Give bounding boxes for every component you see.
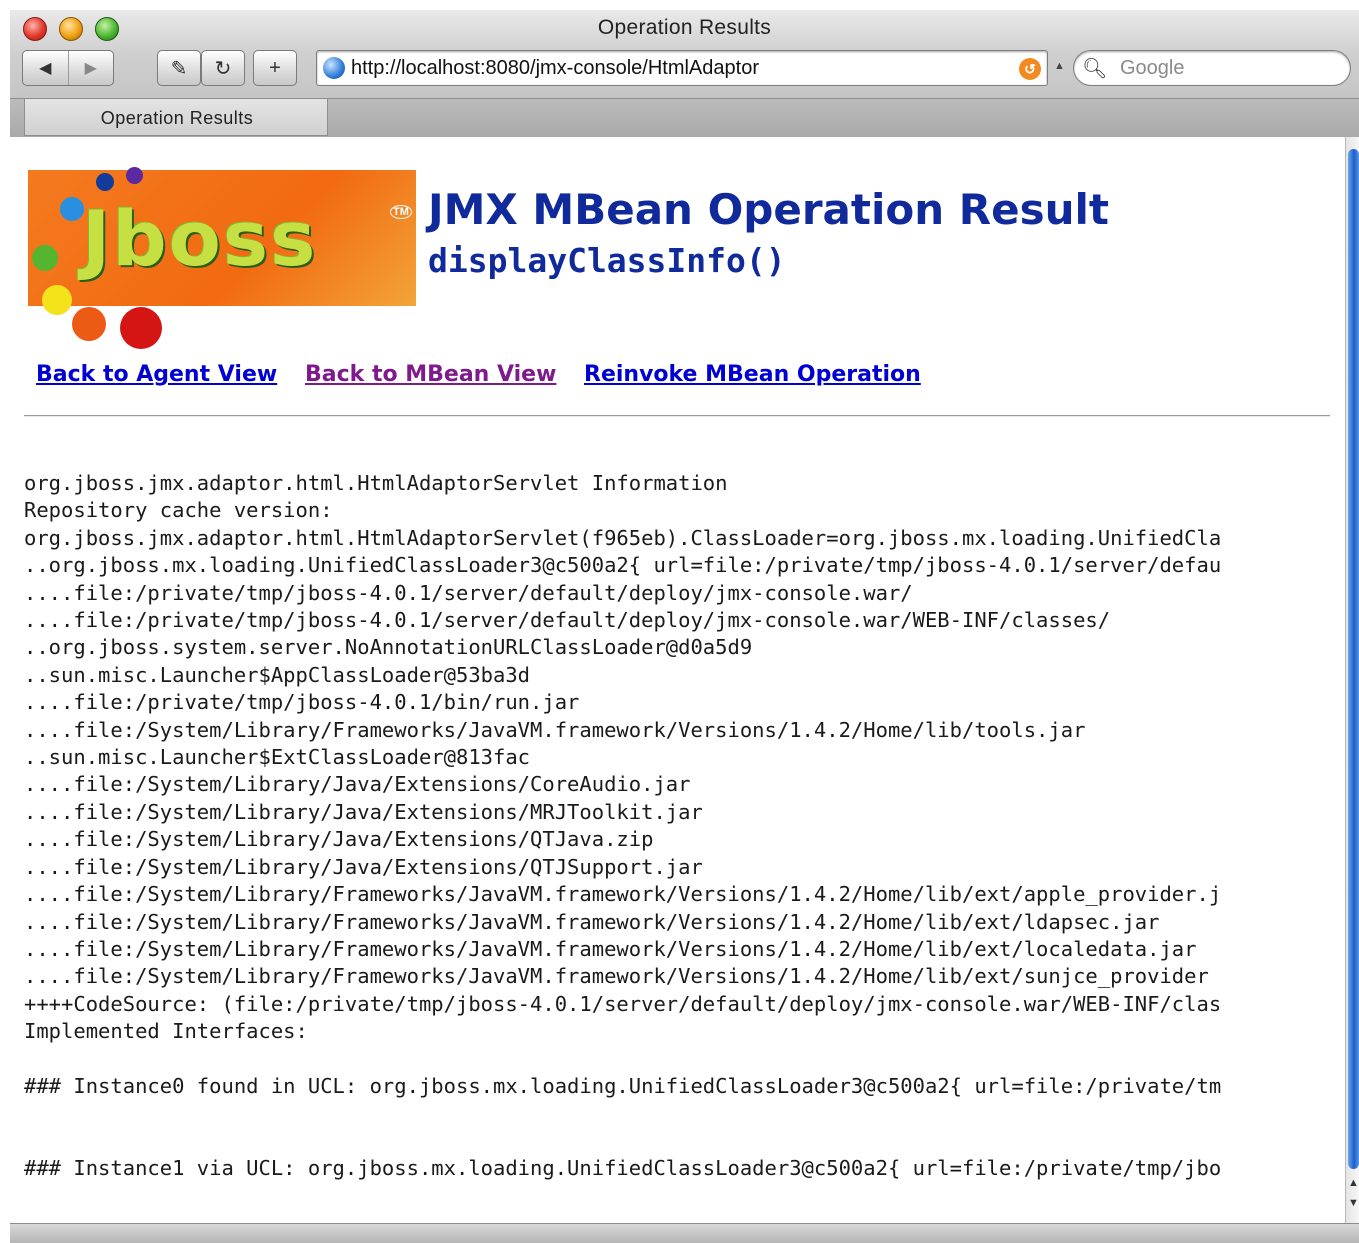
result-line: Implemented Interfaces: xyxy=(24,1019,308,1044)
result-line: ....file:/System/Library/Frameworks/Java… xyxy=(24,882,1222,907)
status-bar xyxy=(10,1223,1359,1243)
result-line: ....file:/System/Library/Frameworks/Java… xyxy=(24,936,1197,961)
back-to-agent-view-link[interactable]: Back to Agent View xyxy=(36,362,277,387)
result-line: ..sun.misc.Launcher$ExtClassLoader@813fa… xyxy=(24,745,531,770)
result-line: Repository cache version: xyxy=(24,498,333,523)
scroll-up-arrow-icon[interactable]: ▲ xyxy=(1348,1177,1359,1189)
operation-name: displayClassInfo() xyxy=(428,241,786,280)
search-icon: 🔍︎ xyxy=(1082,58,1108,80)
result-line: ....file:/System/Library/Frameworks/Java… xyxy=(24,717,1086,742)
reload-button[interactable]: ↻ xyxy=(201,50,245,86)
logo-trademark: TM xyxy=(390,205,412,219)
result-line: org.jboss.jmx.adaptor.html.HtmlAdaptorSe… xyxy=(24,525,1222,550)
forward-arrow-icon[interactable]: ▶ xyxy=(67,51,114,85)
tab-label: Operation Results xyxy=(100,108,254,128)
page-title: JMX MBean Operation Result xyxy=(428,185,1109,234)
back-to-mbean-view-link[interactable]: Back to MBean View xyxy=(305,362,556,387)
url-text: http://localhost:8080/jmx-console/HtmlAd… xyxy=(351,57,759,79)
pencil-icon: ✎ xyxy=(170,57,188,80)
tab-bar: Operation Results xyxy=(10,98,1359,137)
search-placeholder: Google xyxy=(1120,57,1185,79)
result-line: ....file:/System/Library/Java/Extensions… xyxy=(24,854,703,879)
back-forward-buttons: ◀ ▶ xyxy=(22,50,114,86)
result-line: org.jboss.jmx.adaptor.html.HtmlAdaptorSe… xyxy=(24,471,728,495)
logo-dot xyxy=(32,245,58,271)
result-line: ....file:/private/tmp/jboss-4.0.1/bin/ru… xyxy=(24,690,580,715)
logo-dot xyxy=(96,173,114,191)
logo-dot xyxy=(126,167,143,184)
page-content: Jboss TM JMX MBean Operation Result disp… xyxy=(10,137,1345,1223)
scrollbar-thumb[interactable] xyxy=(1348,149,1359,1169)
back-arrow-icon[interactable]: ◀ xyxy=(23,51,68,85)
title-bar: Operation Results ◀ ▶ ✎ ↻ + http://local… xyxy=(10,10,1359,137)
result-line: ....file:/System/Library/Frameworks/Java… xyxy=(24,964,1209,989)
globe-icon xyxy=(323,57,345,79)
result-line: ### Instance0 found in UCL: org.jboss.mx… xyxy=(24,1073,1222,1098)
logo-dot xyxy=(72,307,106,341)
reinvoke-operation-link[interactable]: Reinvoke MBean Operation xyxy=(584,362,921,387)
logo-dot xyxy=(60,197,84,221)
reload-icon: ↻ xyxy=(214,57,232,80)
result-line: ....file:/System/Library/Java/Extensions… xyxy=(24,827,654,852)
result-line: ....file:/System/Library/Java/Extensions… xyxy=(24,772,691,797)
operation-result-output: org.jboss.jmx.adaptor.html.HtmlAdaptorSe… xyxy=(24,470,1221,1183)
result-line: ..org.jboss.system.server.NoAnnotationUR… xyxy=(24,635,753,660)
plus-icon: + xyxy=(269,56,281,79)
result-line: ....file:/System/Library/Frameworks/Java… xyxy=(24,909,1160,934)
tab-operation-results[interactable]: Operation Results xyxy=(24,99,328,136)
logo-dot xyxy=(120,307,162,349)
result-line: ### Instance1 via UCL: org.jboss.mx.load… xyxy=(24,1156,1222,1181)
result-line: ..sun.misc.Launcher$AppClassLoader@53ba3… xyxy=(24,662,531,687)
scroll-down-arrow-icon[interactable]: ▼ xyxy=(1348,1197,1359,1209)
result-line: ....file:/private/tmp/jboss-4.0.1/server… xyxy=(24,580,913,605)
divider xyxy=(24,415,1330,417)
result-line: ....file:/private/tmp/jboss-4.0.1/server… xyxy=(24,608,1111,633)
add-bookmark-button[interactable]: + xyxy=(253,50,297,86)
result-line: ..org.jboss.mx.loading.UnifiedClassLoade… xyxy=(24,553,1222,578)
result-line: ....file:/System/Library/Java/Extensions… xyxy=(24,799,703,824)
result-line: ++++CodeSource: (file:/private/tmp/jboss… xyxy=(24,991,1222,1016)
logo-dot xyxy=(42,285,72,315)
snapback-icon[interactable]: ↺ xyxy=(1019,58,1041,80)
logo-text: Jboss xyxy=(82,194,318,283)
jboss-logo: Jboss TM xyxy=(28,157,418,349)
vertical-scrollbar[interactable]: ▲ ▼ xyxy=(1345,137,1359,1223)
edit-bookmark-button[interactable]: ✎ xyxy=(157,50,201,86)
window-title: Operation Results xyxy=(597,16,772,39)
address-bar[interactable]: http://localhost:8080/jmx-console/HtmlAd… xyxy=(316,50,1048,86)
browser-window: Operation Results ◀ ▶ ✎ ↻ + http://local… xyxy=(10,10,1359,1243)
url-dropdown-icon[interactable]: ▲ xyxy=(1054,60,1065,72)
search-input[interactable]: 🔍︎ Google xyxy=(1073,50,1351,86)
